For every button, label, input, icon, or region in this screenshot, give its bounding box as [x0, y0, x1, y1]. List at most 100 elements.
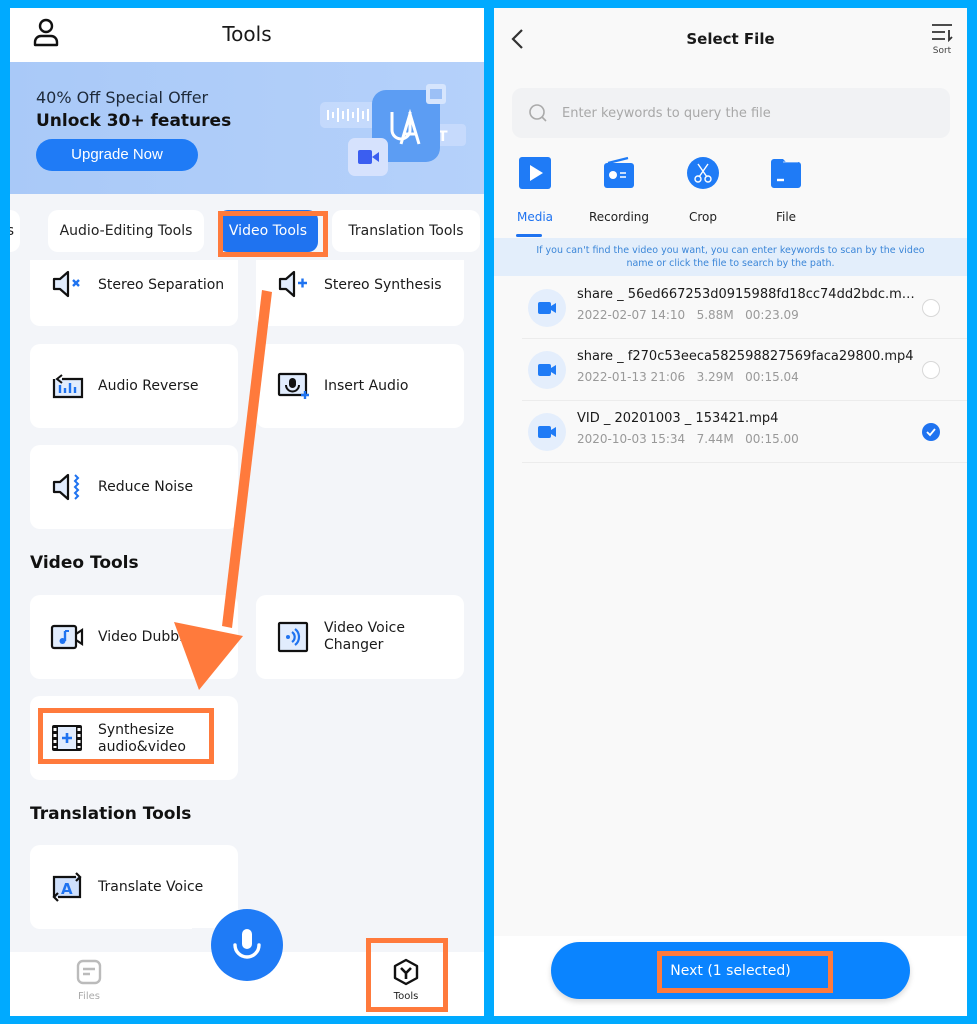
tool-label: Synthesize audio&video	[98, 722, 186, 756]
file-date: 2022-02-07 14:10	[577, 308, 686, 322]
tab-translation-tools[interactable]: Translation Tools	[332, 210, 480, 252]
file-meta: 2022-02-07 14:10 5.88M 00:23.09	[577, 308, 799, 322]
radio-icon	[604, 156, 634, 188]
nav-files-label: Files	[78, 991, 100, 1002]
tab-video-tools[interactable]: Video Tools	[218, 210, 318, 252]
select-radio-checked[interactable]	[922, 423, 940, 441]
category-recording[interactable]: Recording	[584, 156, 654, 224]
tool-label: Stereo Separation	[98, 277, 225, 293]
file-name: VID _ 20201003 _ 153421.mp4	[577, 411, 779, 426]
scissors-icon	[687, 157, 719, 189]
file-row[interactable]: share _ f270c53eeca582598827569faca29800…	[522, 339, 967, 401]
audio-reverse-icon	[52, 374, 84, 399]
file-duration: 00:23.09	[745, 308, 799, 322]
search-hint: If you can't find the video you want, yo…	[494, 238, 967, 276]
hint-line2: name or click the file to search by the …	[626, 258, 835, 269]
file-size: 5.88M	[696, 308, 734, 322]
file-duration: 00:15.00	[745, 432, 799, 446]
tool-label: Reduce Noise	[98, 479, 194, 495]
tool-label: Translate Voice	[98, 879, 204, 895]
select-radio[interactable]	[922, 361, 940, 379]
nav-files[interactable]: Files	[74, 958, 104, 1002]
file-row[interactable]: VID _ 20201003 _ 153421.mp4 2020-10-03 1…	[522, 401, 967, 463]
file-meta: 2022-01-13 21:06 3.29M 00:15.04	[577, 370, 799, 384]
tool-card-stereo-separation[interactable]: Stereo Separation	[30, 260, 238, 326]
category-label: Recording	[588, 210, 650, 224]
category-label: Crop	[688, 210, 717, 224]
tab-audio-editing-tools[interactable]: Audio-Editing Tools	[48, 210, 204, 252]
select-file-screen: Select File Sort Media Recording	[494, 8, 967, 1016]
reduce-noise-icon	[52, 473, 80, 501]
tool-card-stereo-synthesis[interactable]: Stereo Synthesis	[256, 260, 464, 326]
category-file[interactable]: File	[751, 156, 821, 224]
unlock-text: Unlock 30+ features	[36, 111, 232, 131]
microphone-icon	[233, 929, 261, 959]
tool-label: Insert Audio	[324, 378, 409, 394]
search-box[interactable]	[512, 88, 950, 138]
search-input[interactable]	[562, 98, 932, 128]
voice-translate-illustration-icon: T	[320, 84, 466, 176]
sort-button[interactable]: Sort	[924, 22, 960, 56]
tool-card-insert-audio[interactable]: Insert Audio	[256, 344, 464, 428]
nav-tools[interactable]: Tools	[386, 958, 426, 1002]
file-size: 3.29M	[696, 370, 734, 384]
tool-label: Video Dubbi	[98, 629, 183, 645]
speaker-x-icon	[52, 270, 80, 298]
promo-banner[interactable]: 40% Off Special Offer Unlock 30+ feature…	[10, 62, 484, 194]
file-size: 7.44M	[696, 432, 734, 446]
top-bar: Tools	[10, 8, 484, 62]
tool-card-audio-reverse[interactable]: Audio Reverse	[30, 344, 238, 428]
category-label: Media	[516, 210, 554, 224]
translate-icon: A	[52, 872, 82, 902]
tool-label: Audio Reverse	[98, 378, 199, 394]
record-button[interactable]	[211, 909, 283, 981]
offer-text: 40% Off Special Offer	[36, 88, 209, 107]
tool-card-reduce-noise[interactable]: Reduce Noise	[30, 445, 238, 529]
section-title-translation-tools: Translation Tools	[30, 804, 192, 824]
tools-screen: Tools 40% Off Special Offer Unlock 30+ f…	[10, 8, 484, 1016]
search-icon	[529, 104, 547, 122]
tool-label-line1: Synthesize	[98, 722, 175, 738]
sort-label: Sort	[932, 46, 952, 56]
select-radio[interactable]	[922, 299, 940, 317]
tool-category-tabs: s Audio-Editing Tools Video Tools Transl…	[10, 210, 484, 254]
file-meta: 2020-10-03 15:34 7.44M 00:15.00	[577, 432, 799, 446]
folder-icon	[771, 159, 801, 188]
tool-card-synthesize-audio-video[interactable]: Synthesize audio&video	[30, 696, 238, 780]
tool-label-line1: Video Voice	[324, 620, 405, 636]
page-title: Select File	[686, 30, 775, 48]
nav-tools-label: Tools	[393, 991, 419, 1002]
play-icon	[519, 157, 551, 189]
checkmark-icon	[926, 428, 936, 437]
tab-previous[interactable]: s	[10, 210, 20, 252]
voice-changer-icon	[277, 621, 309, 653]
category-crop[interactable]: Crop	[668, 156, 738, 224]
category-media[interactable]: Media	[500, 156, 570, 224]
video-file-icon	[528, 413, 566, 451]
speaker-plus-icon	[278, 270, 307, 298]
next-button[interactable]: Next (1 selected)	[551, 942, 910, 999]
video-dubbing-icon	[50, 624, 84, 650]
tool-card-video-voice-changer[interactable]: Video Voice Changer	[256, 595, 464, 679]
file-row[interactable]: share _ 56ed667253d0915988fd18cc74dd2bdc…	[522, 277, 967, 339]
file-name: share _ 56ed667253d0915988fd18cc74dd2bdc…	[577, 287, 917, 302]
file-duration: 00:15.04	[745, 370, 799, 384]
upgrade-now-button[interactable]: Upgrade Now	[36, 139, 198, 171]
sort-icon	[932, 24, 953, 43]
section-title-video-tools: Video Tools	[30, 553, 139, 573]
tool-label-line2: audio&video	[98, 739, 186, 755]
insert-audio-icon	[277, 372, 309, 399]
file-name: share _ f270c53eeca582598827569faca29800…	[577, 349, 914, 364]
video-file-icon	[528, 289, 566, 327]
active-category-indicator	[516, 234, 542, 237]
svg-text:A: A	[61, 880, 73, 898]
hint-line1: If you can't find the video you want, yo…	[536, 245, 925, 256]
tool-label: Video Voice Changer	[324, 620, 405, 654]
video-file-icon	[528, 351, 566, 389]
tool-label-line2: Changer	[324, 637, 384, 653]
tool-card-video-dubbing[interactable]: Video Dubbi	[30, 595, 238, 679]
file-date: 2020-10-03 15:34	[577, 432, 686, 446]
category-label: File	[775, 210, 797, 224]
film-plus-icon	[52, 725, 82, 751]
tool-card-translate-voice[interactable]: A Translate Voice	[30, 845, 238, 929]
